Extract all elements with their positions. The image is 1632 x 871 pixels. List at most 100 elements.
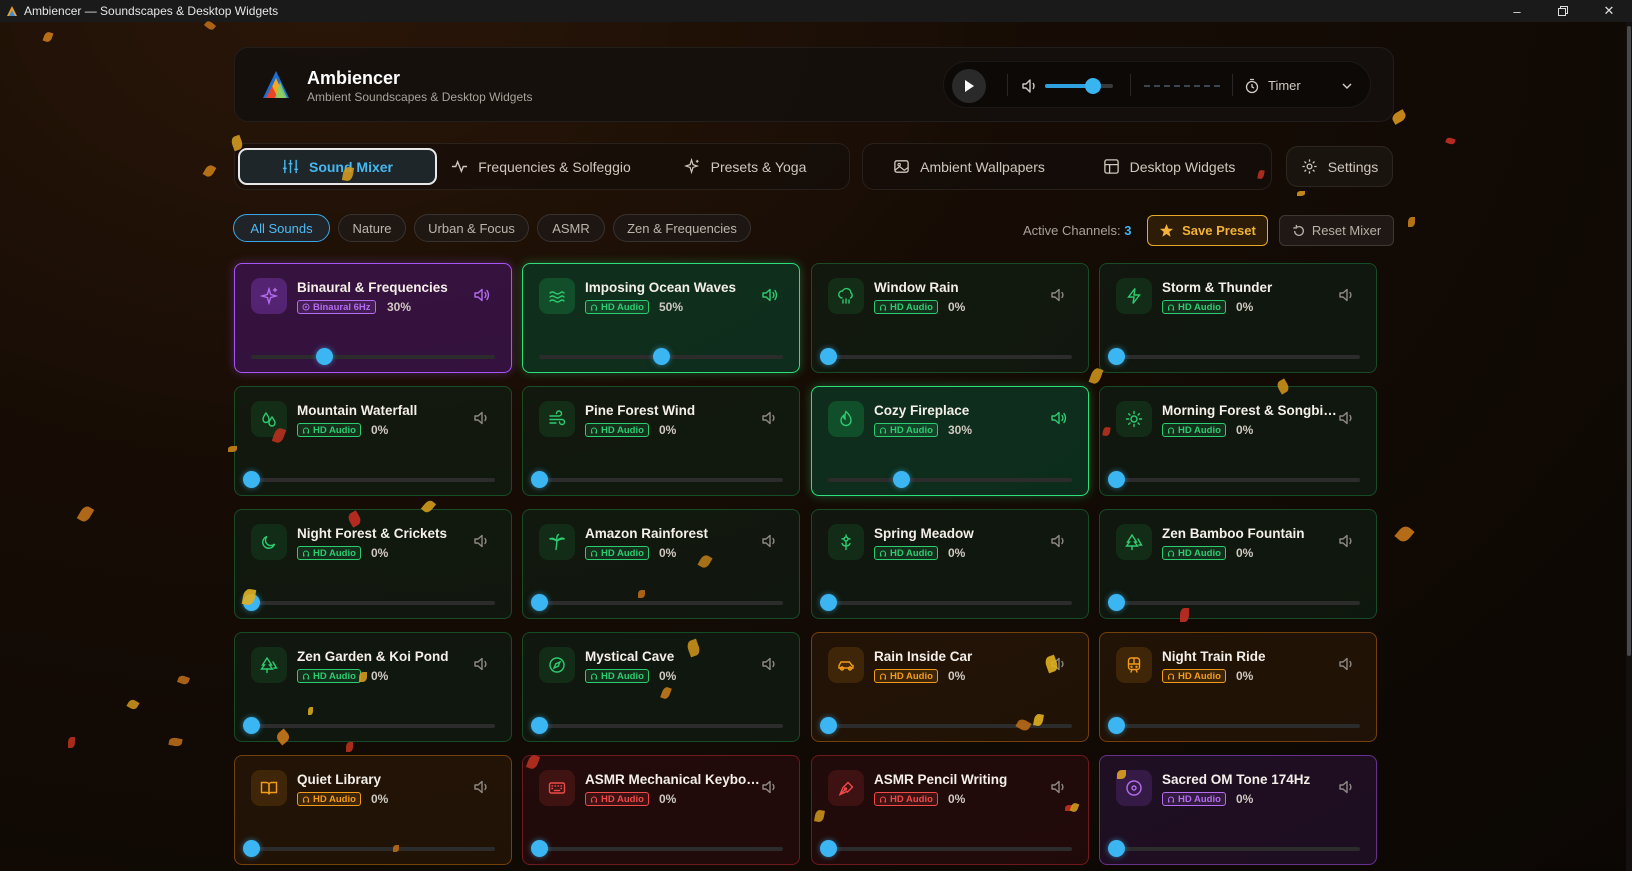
filter-zen-frequencies[interactable]: Zen & Frequencies	[613, 214, 751, 242]
filter-asmr[interactable]: ASMR	[537, 214, 605, 242]
volume-slider[interactable]	[539, 847, 783, 851]
volume-slider[interactable]	[828, 478, 1072, 482]
sliders-icon	[282, 159, 299, 174]
speaker-icon[interactable]	[1338, 532, 1356, 550]
volume-slider[interactable]	[828, 847, 1072, 851]
filter-urban-focus[interactable]: Urban & Focus	[414, 214, 529, 242]
sound-card[interactable]: Amazon Rainforest HD Audio 0%	[522, 509, 800, 619]
speaker-icon[interactable]	[1050, 286, 1068, 304]
volume-slider[interactable]	[251, 724, 495, 728]
volume-slider[interactable]	[1116, 355, 1360, 359]
speaker-icon[interactable]	[1338, 409, 1356, 427]
filter-all-sounds[interactable]: All Sounds	[233, 214, 330, 242]
volume-slider-thumb[interactable]	[316, 348, 334, 365]
speaker-icon[interactable]	[1050, 409, 1068, 427]
sound-card[interactable]: Sacred OM Tone 174Hz HD Audio 0%	[1099, 755, 1377, 865]
volume-slider-thumb[interactable]	[1108, 348, 1125, 365]
volume-slider-thumb[interactable]	[1108, 717, 1125, 734]
tab-frequencies[interactable]: Frequencies & Solfeggio	[441, 148, 641, 185]
speaker-icon[interactable]	[1338, 655, 1356, 673]
volume-slider[interactable]	[1116, 724, 1360, 728]
sound-card[interactable]: Night Train Ride HD Audio 0%	[1099, 632, 1377, 742]
play-button[interactable]	[952, 69, 986, 103]
sound-card[interactable]: Storm & Thunder HD Audio 0%	[1099, 263, 1377, 373]
volume-slider-thumb[interactable]	[531, 840, 548, 857]
volume-slider[interactable]	[828, 601, 1072, 605]
sound-card[interactable]: Zen Garden & Koi Pond HD Audio 0%	[234, 632, 512, 742]
sound-card[interactable]: Window Rain HD Audio 0%	[811, 263, 1089, 373]
scrollbar-thumb[interactable]	[1627, 26, 1631, 656]
speaker-icon[interactable]	[473, 409, 491, 427]
speaker-icon[interactable]	[473, 532, 491, 550]
volume-slider-thumb[interactable]	[820, 717, 837, 734]
volume-slider-thumb[interactable]	[243, 717, 260, 734]
volume-slider[interactable]	[251, 478, 495, 482]
master-volume-slider[interactable]	[1045, 78, 1113, 94]
volume-slider-thumb[interactable]	[1108, 471, 1125, 488]
volume-slider-thumb[interactable]	[1108, 594, 1125, 611]
sound-card[interactable]: Mystical Cave HD Audio 0%	[522, 632, 800, 742]
volume-slider-thumb[interactable]	[243, 471, 260, 488]
speaker-icon[interactable]	[1338, 778, 1356, 796]
volume-slider-thumb[interactable]	[893, 471, 911, 488]
sound-card[interactable]: Binaural & Frequencies Binaural 6Hz 30%	[234, 263, 512, 373]
volume-slider[interactable]	[1116, 847, 1360, 851]
sound-card[interactable]: ASMR Pencil Writing HD Audio 0%	[811, 755, 1089, 865]
speaker-icon[interactable]	[473, 286, 491, 304]
volume-slider[interactable]	[1116, 478, 1360, 482]
speaker-icon[interactable]	[473, 655, 491, 673]
master-volume-thumb[interactable]	[1084, 78, 1101, 94]
sound-card[interactable]: Pine Forest Wind HD Audio 0%	[522, 386, 800, 496]
tab-sound-mixer[interactable]: Sound Mixer	[238, 148, 437, 185]
restore-button[interactable]	[1540, 0, 1586, 22]
speaker-icon[interactable]	[761, 778, 779, 796]
volume-icon[interactable]	[1021, 77, 1039, 95]
volume-slider-thumb[interactable]	[653, 348, 670, 365]
volume-slider[interactable]	[828, 355, 1072, 359]
volume-slider-thumb[interactable]	[820, 348, 837, 365]
volume-slider[interactable]	[539, 724, 783, 728]
sound-card[interactable]: Zen Bamboo Fountain HD Audio 0%	[1099, 509, 1377, 619]
volume-slider[interactable]	[539, 601, 783, 605]
sound-card[interactable]: Rain Inside Car HD Audio 0%	[811, 632, 1089, 742]
volume-slider[interactable]	[251, 355, 495, 359]
sound-card[interactable]: Cozy Fireplace HD Audio 30%	[811, 386, 1089, 496]
sound-card[interactable]: Spring Meadow HD Audio 0%	[811, 509, 1089, 619]
filter-nature[interactable]: Nature	[338, 214, 406, 242]
speaker-icon[interactable]	[1050, 532, 1068, 550]
speaker-icon[interactable]	[1338, 286, 1356, 304]
chevron-down-icon[interactable]	[1340, 79, 1354, 93]
close-button[interactable]: ✕	[1586, 0, 1632, 22]
sound-card[interactable]: Quiet Library HD Audio 0%	[234, 755, 512, 865]
volume-slider[interactable]	[1116, 601, 1360, 605]
speaker-icon[interactable]	[761, 655, 779, 673]
reset-mixer-button[interactable]: Reset Mixer	[1279, 215, 1394, 246]
speaker-icon[interactable]	[761, 286, 779, 304]
tab-presets-yoga[interactable]: Presets & Yoga	[645, 148, 845, 185]
speaker-icon[interactable]	[1050, 778, 1068, 796]
tab-ambient-wallpapers[interactable]: Ambient Wallpapers	[869, 148, 1069, 185]
volume-slider[interactable]	[251, 847, 495, 851]
volume-slider-thumb[interactable]	[531, 717, 548, 734]
minimize-button[interactable]: –	[1494, 0, 1540, 22]
volume-slider-thumb[interactable]	[531, 471, 548, 488]
save-preset-button[interactable]: Save Preset	[1147, 215, 1268, 246]
sound-card[interactable]: Imposing Ocean Waves HD Audio 50%	[522, 263, 800, 373]
sound-card[interactable]: ASMR Mechanical Keyboard HD Audio 0%	[522, 755, 800, 865]
volume-slider-thumb[interactable]	[820, 594, 837, 611]
volume-slider-thumb[interactable]	[531, 594, 548, 611]
timer-dropdown[interactable]: Timer	[1268, 78, 1301, 93]
volume-slider-thumb[interactable]	[243, 840, 260, 857]
tab-label: Desktop Widgets	[1129, 158, 1236, 175]
volume-slider-thumb[interactable]	[1108, 840, 1125, 857]
speaker-icon[interactable]	[761, 409, 779, 427]
volume-slider[interactable]	[251, 601, 495, 605]
volume-slider-thumb[interactable]	[820, 840, 837, 857]
tab-desktop-widgets[interactable]: Desktop Widgets	[1069, 148, 1269, 185]
sound-card[interactable]: Morning Forest & Songbirds HD Audio 0%	[1099, 386, 1377, 496]
speaker-icon[interactable]	[473, 778, 491, 796]
settings-button[interactable]: Settings	[1286, 146, 1393, 187]
speaker-icon[interactable]	[761, 532, 779, 550]
volume-slider[interactable]	[539, 478, 783, 482]
sound-card[interactable]: Night Forest & Crickets HD Audio 0%	[234, 509, 512, 619]
